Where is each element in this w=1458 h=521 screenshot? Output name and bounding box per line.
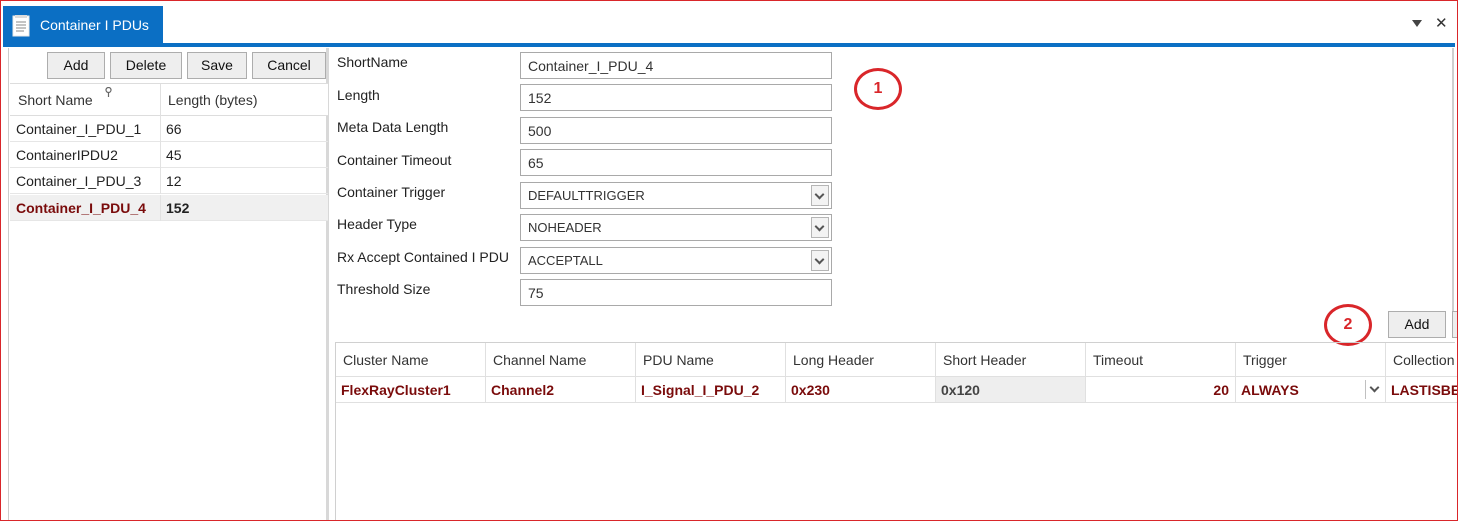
threshold-size-label: Threshold Size — [337, 281, 431, 297]
length-field[interactable]: 152 — [520, 84, 832, 111]
add-button[interactable]: Add — [47, 52, 105, 79]
document-icon — [12, 15, 30, 37]
rx-accept-select[interactable]: ACCEPTALL — [520, 247, 832, 274]
cell-pdu-name[interactable]: I_Signal_I_PDU_2 — [636, 377, 786, 403]
callout-1: 1 — [854, 68, 902, 110]
chevron-down-icon[interactable] — [811, 250, 829, 271]
cell-long-header[interactable]: 0x230 — [786, 377, 936, 403]
cell-channel-name[interactable]: Channel2 — [486, 377, 636, 403]
window-frame: Container I PDUs ✕ Add Delete Save Cance… — [0, 0, 1458, 521]
threshold-size-field[interactable]: 75 — [520, 279, 832, 306]
tab-container-ipdus[interactable]: Container I PDUs — [3, 6, 163, 44]
column-channel-name[interactable]: Channel Name — [486, 343, 636, 377]
header-type-select[interactable]: NOHEADER — [520, 214, 832, 241]
container-trigger-value: DEFAULTTRIGGER — [528, 188, 645, 203]
list-item[interactable]: Container_I_PDU_3 12 — [10, 168, 328, 194]
list-item[interactable]: ContainerIPDU2 45 — [10, 142, 328, 168]
column-short-header[interactable]: Short Header — [936, 343, 1086, 377]
chevron-down-icon[interactable] — [1365, 380, 1383, 399]
cell-cluster-name[interactable]: FlexRayCluster1 — [336, 377, 486, 403]
container-timeout-label: Container Timeout — [337, 152, 452, 168]
dropdown-arrow-icon[interactable] — [1412, 20, 1422, 27]
meta-data-length-field[interactable]: 500 — [520, 117, 832, 144]
header-type-label: Header Type — [337, 216, 417, 232]
column-long-header[interactable]: Long Header — [786, 343, 936, 377]
grid-add-button[interactable]: Add — [1388, 311, 1446, 338]
column-cluster-name[interactable]: Cluster Name — [336, 343, 486, 377]
header-type-value: NOHEADER — [528, 220, 602, 235]
cancel-button[interactable]: Cancel — [252, 52, 326, 79]
cell-timeout[interactable]: 20 — [1086, 377, 1236, 403]
container-timeout-field[interactable]: 65 — [520, 149, 832, 176]
grid-next-button[interactable] — [1452, 311, 1457, 338]
list-item[interactable]: Container_I_PDU_1 66 — [10, 116, 328, 142]
list-header: Short Name Length (bytes) — [10, 83, 328, 117]
filter-pin-icon[interactable] — [104, 87, 113, 98]
length-label: Length — [337, 87, 380, 103]
cell-collection[interactable]: LASTISBEST — [1386, 377, 1457, 403]
column-timeout[interactable]: Timeout — [1086, 343, 1236, 377]
delete-button[interactable]: Delete — [110, 52, 182, 79]
right-divider — [1452, 48, 1454, 313]
column-pdu-name[interactable]: PDU Name — [636, 343, 786, 377]
callout-2: 2 — [1324, 304, 1372, 346]
cell-trigger-value: ALWAYS — [1241, 382, 1299, 398]
cell-trigger[interactable]: ALWAYS — [1236, 377, 1386, 403]
list-item-selected[interactable]: Container_I_PDU_4 152 — [10, 195, 328, 221]
chevron-down-icon[interactable] — [811, 185, 829, 206]
short-name-field[interactable]: Container_I_PDU_4 — [520, 52, 832, 79]
container-trigger-label: Container Trigger — [337, 184, 446, 200]
column-trigger[interactable]: Trigger — [1236, 343, 1386, 377]
meta-data-length-label: Meta Data Length — [337, 119, 449, 135]
close-icon[interactable]: ✕ — [1435, 14, 1448, 32]
rx-accept-value: ACCEPTALL — [528, 253, 603, 268]
container-trigger-select[interactable]: DEFAULTTRIGGER — [520, 182, 832, 209]
column-length[interactable]: Length (bytes) — [168, 84, 258, 117]
tab-underline — [3, 43, 1455, 47]
column-short-name[interactable]: Short Name — [18, 84, 93, 117]
data-grid: Cluster Name Channel Name PDU Name Long … — [335, 342, 1457, 520]
column-collection[interactable]: Collection — [1386, 343, 1457, 377]
tab-title: Container I PDUs — [40, 17, 149, 33]
chevron-down-icon[interactable] — [811, 217, 829, 238]
save-button[interactable]: Save — [187, 52, 247, 79]
cell-short-header[interactable]: 0x120 — [936, 377, 1086, 403]
short-name-label: ShortName — [337, 54, 408, 70]
rx-accept-label: Rx Accept Contained I PDU — [337, 249, 509, 265]
